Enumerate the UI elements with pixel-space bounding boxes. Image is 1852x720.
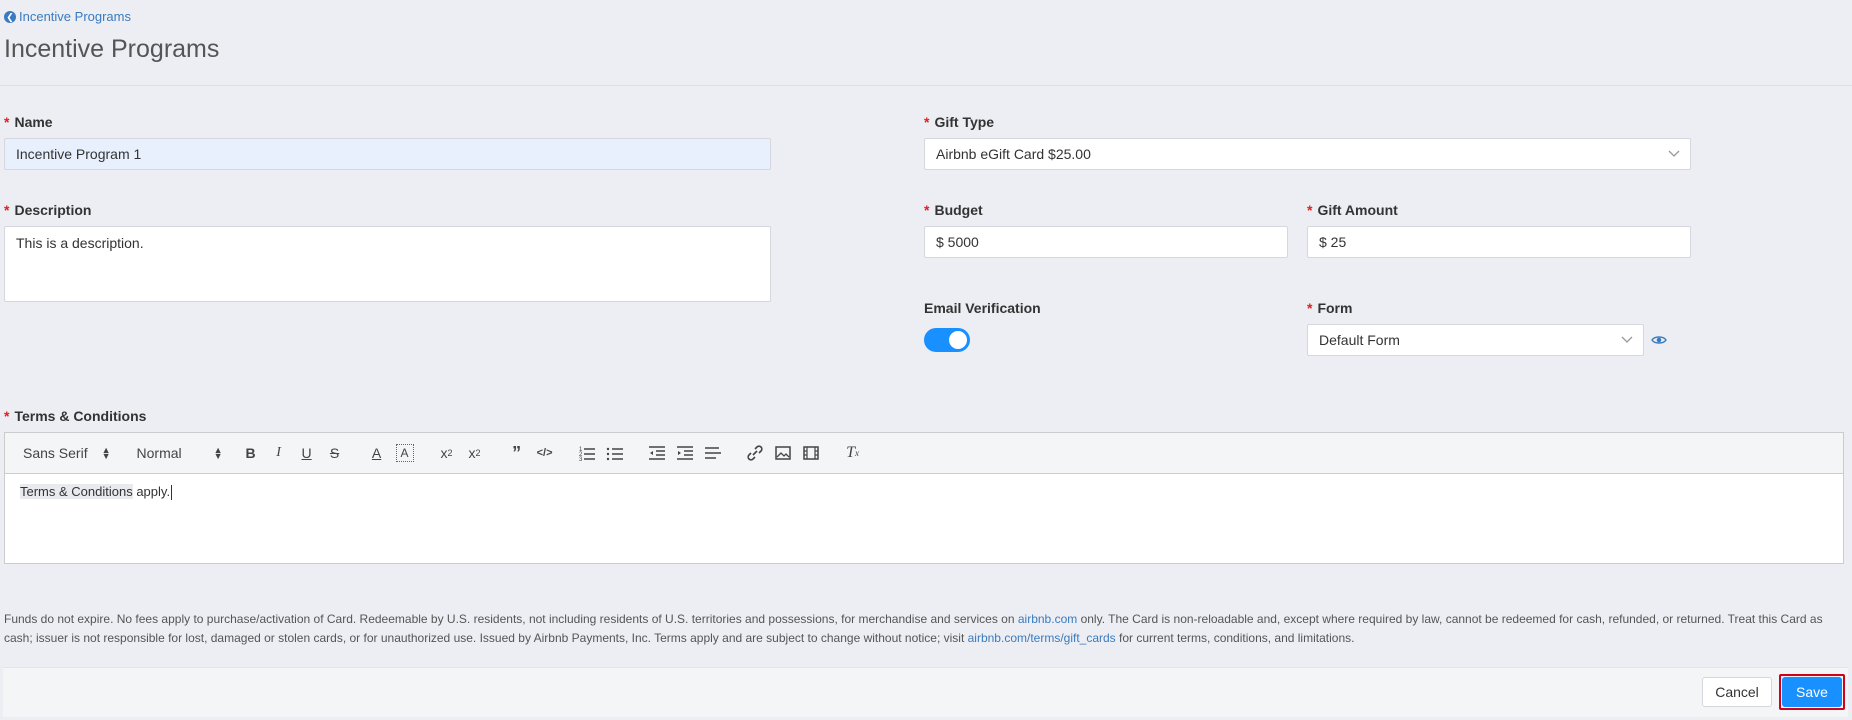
required-marker: * — [4, 202, 10, 218]
required-marker: * — [4, 114, 10, 130]
required-marker: * — [1307, 300, 1313, 316]
terms-text: apply. — [132, 484, 171, 499]
code-icon[interactable]: </> — [531, 442, 559, 464]
strikethrough-icon[interactable]: S — [321, 442, 349, 464]
budget-label: * Budget — [924, 202, 983, 218]
indent-icon[interactable] — [671, 442, 699, 464]
required-marker: * — [924, 202, 930, 218]
email-verification-label: Email Verification — [924, 300, 1041, 316]
name-input[interactable]: Incentive Program 1 — [4, 138, 771, 170]
required-marker: * — [924, 114, 930, 130]
form-label: * Form — [1307, 300, 1353, 316]
eye-icon[interactable] — [1651, 332, 1667, 348]
page-title: Incentive Programs — [4, 35, 220, 63]
gift-amount-input[interactable]: $ 25 — [1307, 226, 1691, 258]
airbnb-link[interactable]: airbnb.com — [1018, 612, 1077, 626]
superscript-icon[interactable]: x2 — [461, 442, 489, 464]
text-caret — [171, 485, 173, 501]
form-select-value: Default Form — [1319, 332, 1400, 348]
bullet-list-icon[interactable] — [601, 442, 629, 464]
select-arrows-icon: ▲ ▼ — [213, 445, 223, 461]
bold-icon[interactable]: B — [237, 442, 265, 464]
gift-type-select[interactable]: Airbnb eGift Card $25.00 — [924, 138, 1691, 170]
back-link-label: Incentive Programs — [19, 9, 131, 24]
toggle-knob — [949, 331, 967, 349]
form-select[interactable]: Default Form — [1307, 324, 1644, 356]
select-arrows-icon: ▲ ▼ — [101, 445, 111, 461]
font-size-select[interactable]: Normal ▲ ▼ — [137, 445, 223, 461]
clear-format-icon[interactable]: Tx — [839, 442, 867, 464]
align-icon[interactable] — [699, 442, 727, 464]
font-family-select[interactable]: Sans Serif ▲ ▼ — [23, 445, 111, 461]
required-marker: * — [4, 408, 10, 424]
back-link[interactable]: ❮ Incentive Programs — [4, 9, 131, 24]
text-color-icon[interactable]: A — [363, 442, 391, 464]
cancel-button[interactable]: Cancel — [1702, 677, 1772, 707]
outdent-icon[interactable] — [643, 442, 671, 464]
terms-highlighted-text: Terms & Conditions — [20, 484, 133, 499]
ordered-list-icon[interactable]: 123 — [573, 442, 601, 464]
image-icon[interactable] — [769, 442, 797, 464]
gift-type-label: * Gift Type — [924, 114, 995, 130]
background-color-icon[interactable]: A — [395, 444, 414, 462]
required-marker: * — [1307, 202, 1313, 218]
terms-label: * Terms & Conditions — [4, 408, 147, 424]
link-icon[interactable] — [741, 442, 769, 464]
gift-type-value: Airbnb eGift Card $25.00 — [936, 146, 1091, 162]
description-label: * Description — [4, 202, 92, 218]
email-verification-toggle[interactable] — [924, 328, 970, 352]
chevron-down-icon — [1621, 336, 1633, 343]
video-icon[interactable] — [797, 442, 825, 464]
footer-bar — [3, 667, 1848, 717]
underline-icon[interactable]: U — [293, 442, 321, 464]
fineprint-text: Funds do not expire. No fees apply to pu… — [4, 612, 1823, 645]
gift-amount-label: * Gift Amount — [1307, 202, 1398, 218]
save-button[interactable]: Save — [1782, 677, 1842, 707]
gift-cards-terms-link[interactable]: airbnb.com/terms/gift_cards — [968, 631, 1116, 645]
budget-input[interactable]: $ 5000 — [924, 226, 1288, 258]
header-divider — [0, 85, 1852, 86]
italic-icon[interactable]: I — [265, 442, 293, 464]
terms-editor-content[interactable]: Terms & Conditions apply. — [4, 474, 1844, 564]
chevron-down-icon — [1668, 150, 1680, 157]
arrow-left-circle-icon: ❮ — [4, 10, 16, 23]
editor-toolbar: Sans Serif ▲ ▼ Normal ▲ ▼ B I U S A A x2 x… — [4, 432, 1844, 474]
description-textarea[interactable]: This is a description. — [4, 226, 771, 302]
blockquote-icon[interactable]: ” — [503, 442, 531, 464]
name-label: * Name — [4, 114, 53, 130]
svg-text:3: 3 — [579, 457, 583, 463]
subscript-icon[interactable]: x2 — [433, 442, 461, 464]
